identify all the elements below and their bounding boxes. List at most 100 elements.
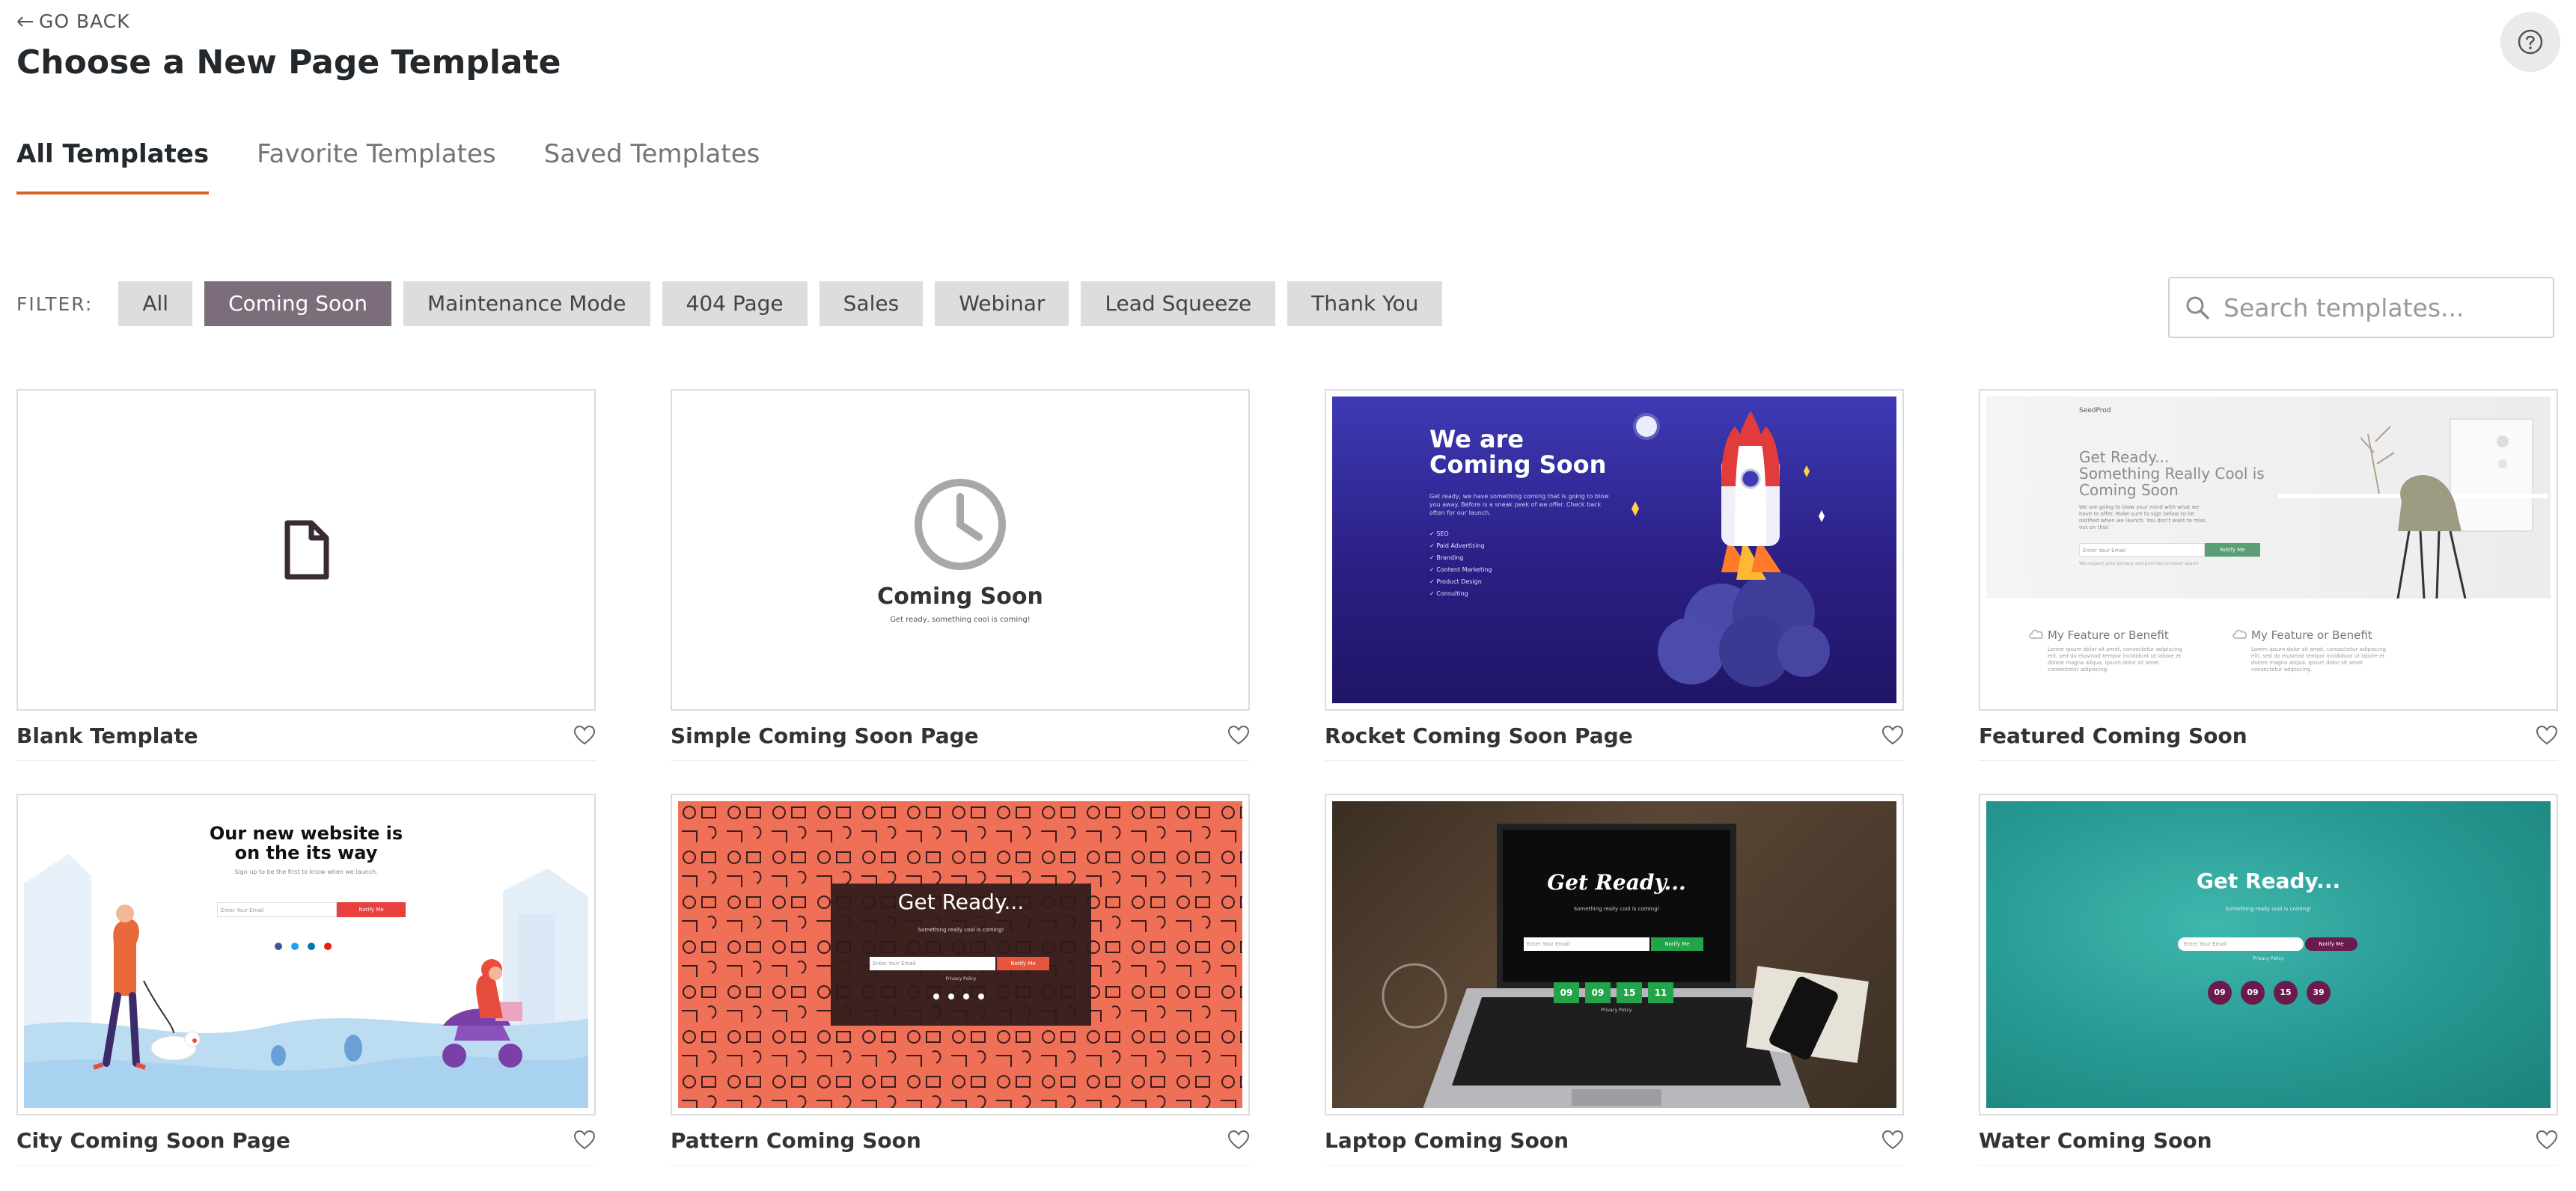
countdown-seconds: 11	[1648, 982, 1673, 1003]
preview-title: Our new website is on the its way	[209, 823, 403, 863]
filter-label: FILTER:	[16, 293, 94, 315]
search-input[interactable]	[2222, 292, 2539, 323]
preview-subtitle: Get ready, something cool is coming!	[890, 616, 1031, 624]
preview-note: We respect your privacy and promise to n…	[2079, 561, 2199, 566]
social-icons	[933, 993, 984, 999]
template-chooser-page: GO BACK Choose a New Page Template All T…	[0, 0, 2576, 1191]
search-icon	[2186, 296, 2209, 319]
template-thumbnail[interactable]	[16, 389, 596, 711]
preview-title: Get Ready... Something Really Cool is Comi…	[2079, 448, 2265, 499]
preview-button: Notify Me	[337, 902, 406, 917]
filter-chip-coming-soon[interactable]: Coming Soon	[204, 281, 391, 326]
filter-chip-404-page[interactable]: 404 Page	[662, 281, 808, 326]
preview-text: Get ready, we have something coming that…	[1429, 493, 1609, 516]
countdown-seconds: 39	[2307, 981, 2331, 1005]
template-card-pattern-coming-soon[interactable]: Get Ready... Something really cool is co…	[671, 794, 1250, 1166]
template-card-city-coming-soon[interactable]: Our new website is on the its way Sign up…	[16, 794, 596, 1166]
template-name: Featured Coming Soon	[1979, 723, 2247, 748]
template-name: City Coming Soon Page	[16, 1127, 290, 1153]
heart-icon[interactable]	[1881, 1130, 1904, 1151]
heart-icon[interactable]	[1227, 1130, 1250, 1151]
template-thumbnail[interactable]: Our new website is on the its way Sign up…	[16, 794, 596, 1115]
template-thumbnail[interactable]: We are Coming Soon Get ready, we have som…	[1325, 389, 1904, 711]
template-card-simple-coming-soon[interactable]: Coming Soon Get ready, something cool is…	[671, 389, 1250, 761]
filter-chip-maintenance-mode[interactable]: Maintenance Mode	[403, 281, 650, 326]
heart-icon[interactable]	[1881, 725, 1904, 746]
template-card-rocket-coming-soon[interactable]: We are Coming Soon Get ready, we have som…	[1325, 389, 1904, 761]
go-back-label: GO BACK	[39, 10, 130, 32]
preview-input: Enter Your Email	[2079, 543, 2205, 557]
question-circle-icon	[2518, 29, 2543, 55]
template-thumbnail[interactable]: Get Ready... Something really cool is co…	[1325, 794, 1904, 1115]
filter-bar: FILTER: All Coming Soon Maintenance Mode…	[16, 281, 1443, 326]
arrow-left-icon	[17, 16, 33, 27]
rocket-illustration	[1632, 411, 1830, 687]
preview-button: Notify Me	[2205, 543, 2260, 557]
filter-chip-webinar[interactable]: Webinar	[935, 281, 1069, 326]
heart-icon[interactable]	[573, 725, 596, 746]
cloud-icon	[2232, 629, 2247, 639]
template-name: Simple Coming Soon Page	[671, 723, 979, 748]
page-title: Choose a New Page Template	[16, 43, 561, 82]
preview-title: We are Coming Soon	[1429, 425, 1607, 479]
preview-subtitle: Something really cool is coming!	[2225, 906, 2312, 912]
countdown-hours: 09	[1585, 982, 1611, 1003]
template-card-laptop-coming-soon[interactable]: Get Ready... Something really cool is co…	[1325, 794, 1904, 1166]
template-card-featured-coming-soon[interactable]: SeedProd Get Ready... Something Really Co…	[1979, 389, 2558, 761]
preview-input: Enter Your Email	[2178, 937, 2304, 951]
chair-illustration	[2278, 418, 2548, 598]
countdown-hours: 09	[2241, 981, 2265, 1005]
heart-icon[interactable]	[2536, 1130, 2558, 1151]
heart-icon[interactable]	[2536, 725, 2558, 746]
template-name: Pattern Coming Soon	[671, 1127, 921, 1153]
countdown-days: 09	[2208, 981, 2232, 1005]
filter-chip-all[interactable]: All	[118, 281, 193, 326]
preview-text: We are going to blow your mind with what…	[2079, 504, 2206, 530]
social-icons	[275, 943, 332, 950]
heart-icon[interactable]	[573, 1130, 596, 1151]
heart-icon[interactable]	[1227, 725, 1250, 746]
filter-chip-lead-squeeze[interactable]: Lead Squeeze	[1081, 281, 1276, 326]
document-icon	[284, 520, 329, 580]
preview-policy: Privacy Policy	[945, 976, 977, 982]
preview-title: Get Ready...	[2196, 869, 2341, 893]
preview-brand: SeedProd	[2079, 407, 2111, 414]
template-name: Water Coming Soon	[1979, 1127, 2212, 1153]
preview-list: ✓ SEO ✓ Paid Advertising ✓ Branding ✓ Co…	[1429, 530, 1492, 597]
feature-title: My Feature or Benefit	[2048, 628, 2169, 642]
tab-all-templates[interactable]: All Templates	[16, 139, 210, 195]
template-card-blank[interactable]: Blank Template	[16, 389, 596, 761]
preview-button: Notify Me	[997, 957, 1049, 970]
search-box	[2168, 277, 2554, 338]
template-thumbnail[interactable]: Get Ready... Something really cool is co…	[1979, 794, 2558, 1115]
countdown-days: 09	[1554, 982, 1579, 1003]
help-button[interactable]	[2500, 12, 2560, 72]
template-name: Laptop Coming Soon	[1325, 1127, 1569, 1153]
template-thumbnail[interactable]: Get Ready... Something really cool is co…	[671, 794, 1250, 1115]
template-name: Blank Template	[16, 723, 198, 748]
countdown-minutes: 15	[1617, 982, 1642, 1003]
preview-button: Notify Me	[1651, 937, 1703, 951]
tab-saved-templates[interactable]: Saved Templates	[544, 139, 760, 195]
preview-title: Get Ready...	[897, 890, 1025, 914]
template-name: Rocket Coming Soon Page	[1325, 723, 1633, 748]
preview-input: Enter Your Email	[217, 902, 337, 917]
clock-icon	[915, 479, 1006, 570]
preview-input: Enter Your Email	[870, 957, 995, 970]
template-grid: Blank Template Coming Soon Get ready, so…	[16, 389, 2558, 1166]
preview-button: Notify Me	[2305, 937, 2357, 951]
preview-title: Coming Soon	[877, 584, 1043, 610]
filter-chip-thank-you[interactable]: Thank You	[1287, 281, 1443, 326]
template-thumbnail[interactable]: Coming Soon Get ready, something cool is…	[671, 389, 1250, 711]
preview-subtitle: Something really cool is coming!	[918, 927, 1004, 933]
filter-chip-sales[interactable]: Sales	[819, 281, 924, 326]
feature-title: My Feature or Benefit	[2251, 628, 2372, 642]
template-thumbnail[interactable]: SeedProd Get Ready... Something Really Co…	[1979, 389, 2558, 711]
preview-input: Enter Your Email	[1524, 937, 1649, 951]
go-back-link[interactable]: GO BACK	[16, 10, 130, 32]
tab-favorite-templates[interactable]: Favorite Templates	[257, 139, 496, 195]
template-card-water-coming-soon[interactable]: Get Ready... Something really cool is co…	[1979, 794, 2558, 1166]
preview-title: Get Ready...	[1547, 870, 1686, 895]
preview-policy: Privacy Policy	[2253, 956, 2284, 961]
feature-text: Lorem ipsum dolor sit amet, consectetur …	[2251, 646, 2386, 673]
